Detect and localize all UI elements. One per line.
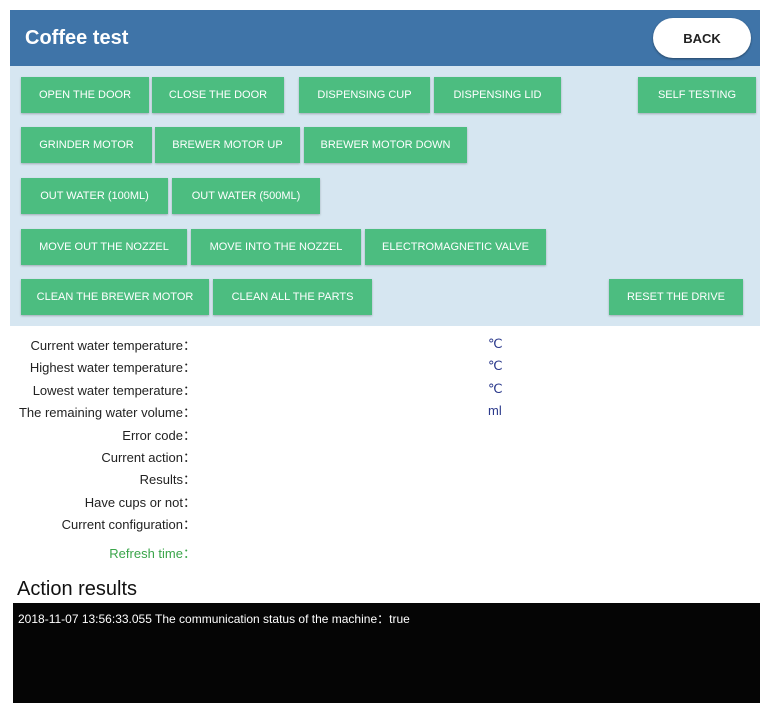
current-water-temp-label: Current water temperature： [30,338,196,353]
grinder-motor-button[interactable]: GRINDER MOTOR [21,127,152,163]
move-into-nozzel-button[interactable]: MOVE INTO THE NOZZEL [191,229,361,265]
dispensing-cup-button[interactable]: DISPENSING CUP [299,77,430,113]
self-testing-button[interactable]: SELF TESTING [638,77,756,113]
remaining-water-label: The remaining water volume： [18,405,196,420]
brewer-motor-up-button[interactable]: BREWER MOTOR UP [155,127,300,163]
highest-temp-unit: ℃ [488,358,503,373]
out-water-500-button[interactable]: OUT WATER (500ML) [172,178,320,214]
results-label: Results： [139,472,196,487]
move-out-nozzel-button[interactable]: MOVE OUT THE NOZZEL [21,229,187,265]
clean-brewer-motor-button[interactable]: CLEAN THE BREWER MOTOR [21,279,209,315]
log-entry: 2018-11-07 13:56:33.055 The communicatio… [18,612,410,626]
control-panel: OPEN THE DOOR CLOSE THE DOOR DISPENSING … [10,66,760,326]
error-code-label: Error code： [122,428,196,443]
close-door-button[interactable]: CLOSE THE DOOR [152,77,284,113]
clean-all-parts-button[interactable]: CLEAN ALL THE PARTS [213,279,372,315]
refresh-time-label: Refresh time： [109,546,196,561]
lowest-temp-unit: ℃ [488,381,503,396]
current-action-label: Current action： [101,450,196,465]
brewer-motor-down-button[interactable]: BREWER MOTOR DOWN [304,127,467,163]
have-cups-label: Have cups or not： [84,495,196,510]
action-results-title: Action results [17,578,138,600]
back-button[interactable]: BACK [653,18,751,58]
action-results-log: 2018-11-07 13:56:33.055 The communicatio… [13,603,760,703]
water-volume-unit: ml [488,403,502,418]
highest-water-temp-label: Highest water temperature： [29,360,196,375]
out-water-100-button[interactable]: OUT WATER (100ML) [21,178,168,214]
current-temp-unit: ℃ [488,336,503,351]
current-config-label: Current configuration： [61,517,196,532]
reset-drive-button[interactable]: RESET THE DRIVE [609,279,743,315]
page-title: Coffee test [25,27,129,49]
open-door-button[interactable]: OPEN THE DOOR [21,77,149,113]
lowest-water-temp-label: Lowest water temperature： [32,383,196,398]
header-bar: Coffee test BACK [10,10,760,66]
electromagnetic-valve-button[interactable]: ELECTROMAGNETIC VALVE [365,229,546,265]
dispensing-lid-button[interactable]: DISPENSING LID [434,77,561,113]
